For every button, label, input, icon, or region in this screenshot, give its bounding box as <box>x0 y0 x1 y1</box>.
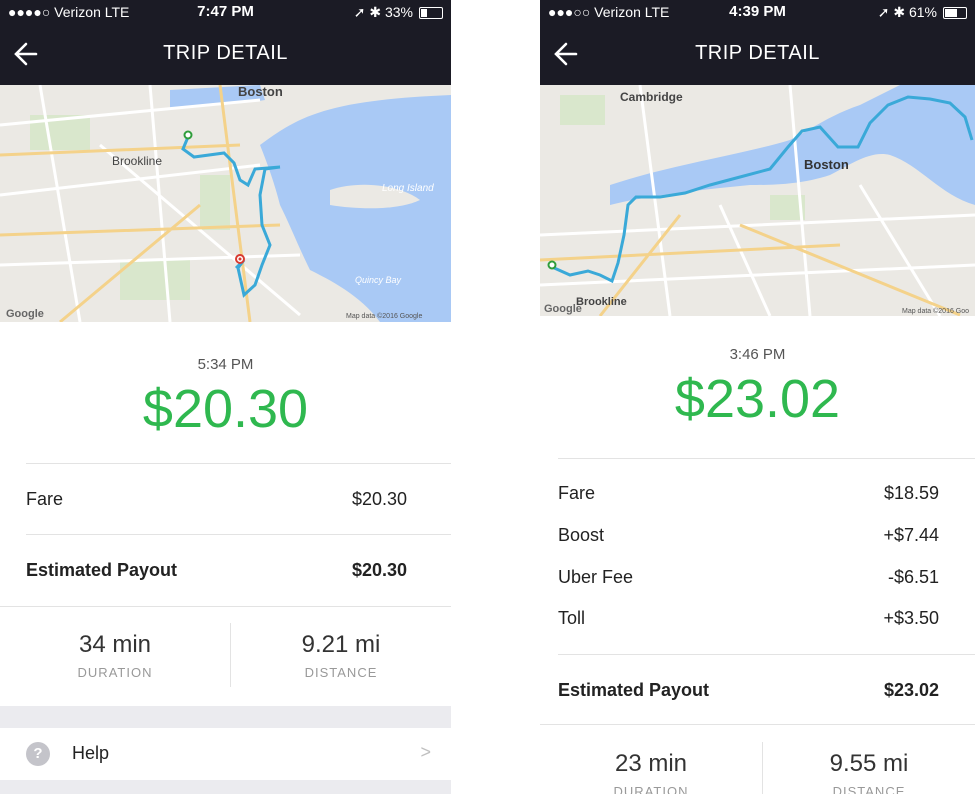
trip-route-map[interactable]: Cambridge Boston Brookline Google Map da… <box>540 85 975 316</box>
distance-value: 9.55 mi <box>829 750 909 777</box>
status-bar: ●●●●○ Verizon LTE 7:47 PM ➚ ✱ 33% <box>0 0 451 24</box>
map-label: Brookline <box>576 296 627 308</box>
duration-label: DURATION <box>613 784 689 794</box>
status-bar: ●●●○○ Verizon LTE 4:39 PM ➚ ✱ 61% <box>540 0 975 24</box>
duration-value: 23 min <box>614 750 688 777</box>
map-label: Quincy Bay <box>355 275 402 285</box>
line-item-label: Fare <box>26 489 64 509</box>
battery-icon <box>943 6 967 19</box>
status-indicators: ➚ ✱ 33% <box>354 4 443 21</box>
line-item-value: +$7.44 <box>883 525 939 545</box>
google-logo: Google <box>544 303 582 315</box>
line-item-value: +$3.50 <box>883 608 939 628</box>
map-attribution: Map data ©2016 Google <box>346 312 422 320</box>
map-label: Long Island <box>382 183 434 194</box>
status-indicators: ➚ ✱ 61% <box>878 4 967 21</box>
line-item-label: Toll <box>558 608 586 628</box>
divider <box>558 458 975 459</box>
line-item-label: Fare <box>558 483 596 503</box>
line-item-value: $18.59 <box>883 483 939 503</box>
trip-time: 3:46 PM <box>729 346 786 363</box>
duration-label: DURATION <box>77 665 153 680</box>
distance-label: DISTANCE <box>304 665 378 680</box>
duration-stat: 23 min DURATION <box>540 750 762 794</box>
status-indicator-text: ➚ ✱ 61% <box>877 4 937 20</box>
divider <box>26 463 451 464</box>
payout-value: $23.02 <box>883 680 939 700</box>
right-trip-detail-screen: ●●●○○ Verizon LTE 4:39 PM ➚ ✱ 61% TRIP D… <box>540 0 975 794</box>
google-logo: Google <box>6 308 44 320</box>
line-item-value: -$6.51 <box>887 567 939 587</box>
line-item-label: Boost <box>558 525 605 545</box>
divider <box>540 724 975 725</box>
distance-label: DISTANCE <box>832 784 906 794</box>
map-label: Boston <box>804 157 849 172</box>
duration-stat: 34 min DURATION <box>0 631 230 680</box>
page-title: TRIP DETAIL <box>695 42 820 64</box>
chevron-right-icon: > <box>420 742 431 762</box>
help-label: Help <box>72 743 110 763</box>
divider <box>26 534 451 535</box>
left-trip-detail-screen: ●●●●○ Verizon LTE 7:47 PM ➚ ✱ 33% TRIP D… <box>0 0 451 794</box>
payout-value: $20.30 <box>351 560 407 580</box>
distance-stat: 9.21 mi DISTANCE <box>231 631 451 680</box>
trip-time: 5:34 PM <box>197 356 254 373</box>
map-label: Brookline <box>112 154 162 168</box>
distance-value: 9.21 mi <box>301 631 381 658</box>
distance-stat: 9.55 mi DISTANCE <box>763 750 975 794</box>
trip-total-amount: $23.02 <box>674 369 841 429</box>
map-label: Cambridge <box>620 90 683 104</box>
duration-value: 34 min <box>78 631 152 658</box>
divider <box>558 654 975 655</box>
divider <box>0 606 451 607</box>
map-label: Boston <box>238 85 283 99</box>
nav-bar: TRIP DETAIL <box>540 24 975 85</box>
help-question-icon: ? <box>26 742 50 766</box>
section-spacer <box>0 706 451 728</box>
payout-label: Estimated Payout <box>26 560 178 580</box>
trip-total-amount: $20.30 <box>142 379 309 439</box>
map-attribution: Map data ©2016 Goo <box>902 307 969 315</box>
status-indicator-text: ➚ ✱ 33% <box>353 4 413 20</box>
section-spacer <box>0 780 451 794</box>
battery-icon <box>419 6 443 19</box>
payout-label: Estimated Payout <box>558 680 710 700</box>
nav-bar: TRIP DETAIL <box>0 24 451 85</box>
line-item-label: Uber Fee <box>558 567 634 587</box>
line-item-value: $20.30 <box>351 489 407 509</box>
trip-route-map[interactable]: Boston Brookline Long Island Quincy Bay … <box>0 85 451 322</box>
help-row[interactable]: ? Help > <box>0 728 451 780</box>
page-title: TRIP DETAIL <box>163 42 288 64</box>
